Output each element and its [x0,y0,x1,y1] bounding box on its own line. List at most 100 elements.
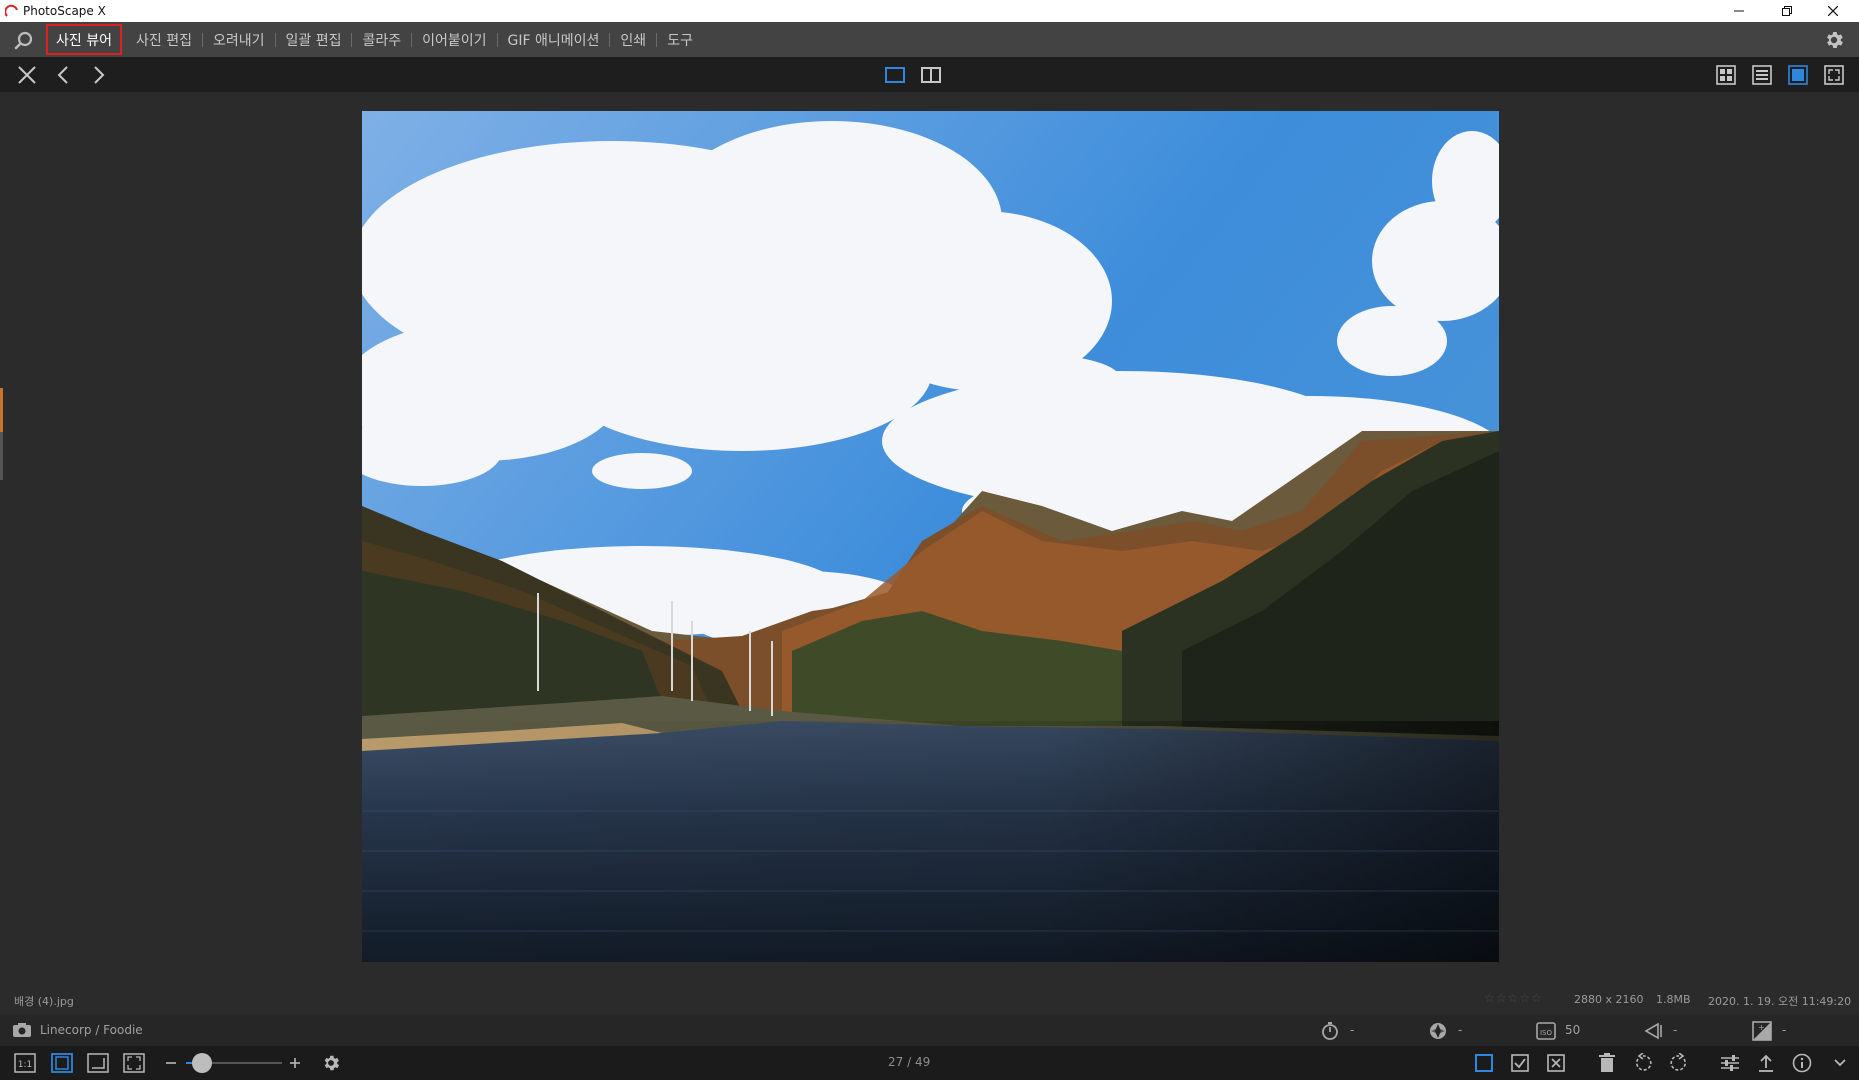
next-button[interactable] [86,62,112,88]
minimize-button[interactable] [1716,0,1762,22]
grid-icon [1716,65,1736,85]
fit-width-icon [87,1053,109,1073]
actual-size-button[interactable]: 1:1 [12,1050,38,1076]
close-window-button[interactable] [1810,0,1856,22]
svg-text:1:1: 1:1 [18,1060,32,1070]
menu-photo-viewer[interactable]: 사진 뷰어 [44,22,124,57]
restore-icon [1782,6,1792,16]
x-box-icon [1547,1054,1565,1072]
trash-icon [1599,1053,1615,1072]
list-icon [1752,65,1772,85]
close-icon [1828,6,1838,16]
square-icon [1475,1054,1493,1072]
upload-icon [1759,1054,1773,1072]
chevron-down-icon [1834,1059,1846,1067]
menu-batch[interactable]: 일괄 편집 [276,22,352,57]
zoom-out-button[interactable] [158,1050,184,1076]
exif-bar: Linecorp / Foodie - - ISO 50 - + - [0,1014,1859,1046]
rotate-left-button[interactable] [1630,1050,1656,1076]
shutter-speed-value: - [1350,1023,1355,1037]
list-layout-button[interactable] [1749,62,1775,88]
rotate-right-button[interactable] [1666,1050,1692,1076]
exposure-compensation-value: - [1782,1023,1787,1037]
more-options-button[interactable] [1827,1050,1853,1076]
image-dimensions: 2880 x 2160 [1574,993,1644,1006]
compare-view-button[interactable] [918,62,944,88]
check-button[interactable] [1507,1050,1533,1076]
gear-icon [324,1055,340,1071]
menu-combine[interactable]: 이어붙이기 [412,22,496,57]
rotate-left-icon [1635,1053,1652,1071]
rotate-right-icon [1670,1053,1687,1071]
search-icon [14,31,33,49]
app-logo-icon [5,4,18,17]
svg-text:+: + [1758,1023,1765,1032]
aperture-value: - [1458,1023,1463,1037]
left-edge-handle[interactable] [0,388,3,432]
settings-button[interactable] [1816,22,1851,57]
adjust-button[interactable] [1717,1050,1743,1076]
info-icon [1792,1053,1812,1073]
menu-tools[interactable]: 도구 [657,22,703,57]
fit-to-window-button[interactable] [49,1050,75,1076]
sliders-icon [1721,1055,1739,1071]
reject-button[interactable] [1543,1050,1569,1076]
chevron-left-icon [57,66,68,84]
minus-icon [166,1062,176,1064]
fit-width-button[interactable] [85,1050,111,1076]
fullscreen-icon [1824,65,1844,85]
info-button[interactable] [1789,1050,1815,1076]
menu-photo-editor[interactable]: 사진 편집 [126,22,202,57]
viewer-toolbar [0,57,1859,92]
search-button[interactable] [6,22,42,57]
photo-counter: 27 / 49 [888,1055,931,1069]
zoom-slider-track[interactable] [186,1053,282,1073]
file-name: 배경 (4).jpg [14,995,74,1008]
plus-icon [290,1058,300,1068]
iso-icon: ISO [1536,1022,1556,1040]
left-edge-handle-secondary[interactable] [0,432,3,480]
menu-gif[interactable]: GIF 애니메이션 [498,22,610,57]
expand-icon [123,1053,145,1073]
shutter-speed-icon [1322,1022,1338,1040]
delete-button[interactable] [1594,1050,1620,1076]
checkbox-icon [1511,1054,1529,1072]
gear-icon [1826,31,1843,48]
minimize-icon [1734,10,1744,12]
menu-collage[interactable]: 콜라주 [352,22,411,57]
file-info-bar: 배경 (4).jpg ☆☆☆☆☆ 2880 x 2160 1.8MB 2020.… [0,984,1859,1014]
close-viewer-button[interactable] [14,62,40,88]
menu-print[interactable]: 인쇄 [610,22,656,57]
previous-button[interactable] [50,62,76,88]
main-menu-bar: 사진 뷰어 사진 편집 오려내기 일괄 편집 콜라주 이어붙이기 GIF 애니메… [0,22,1859,57]
single-view-button[interactable] [882,62,908,88]
fullscreen-button[interactable] [1821,62,1847,88]
fill-screen-button[interactable] [121,1050,147,1076]
focal-length-icon [1644,1022,1662,1040]
camera-icon [13,1023,31,1037]
single-view-icon [885,67,905,83]
close-icon [18,66,36,84]
file-size: 1.8MB [1656,993,1691,1006]
focal-length-value: - [1673,1023,1678,1037]
single-layout-button[interactable] [1785,62,1811,88]
title-bar: PhotoScape X [0,0,1859,22]
select-mode-button[interactable] [1471,1050,1497,1076]
zoom-slider-handle[interactable] [192,1053,212,1073]
view-settings-button[interactable] [318,1050,344,1076]
camera-model: Linecorp / Foodie [40,1023,143,1037]
share-button[interactable] [1753,1050,1779,1076]
restore-button[interactable] [1764,0,1810,22]
landscape-photo-image [362,111,1499,962]
rating-stars[interactable]: ☆☆☆☆☆ [1484,991,1543,1005]
aperture-icon [1430,1023,1446,1039]
grid-layout-button[interactable] [1713,62,1739,88]
actual-size-icon: 1:1 [14,1053,36,1073]
zoom-in-button[interactable] [282,1050,308,1076]
displayed-photo[interactable] [362,111,1499,962]
file-datetime: 2020. 1. 19. 오전 11:49:20 [1708,995,1852,1008]
iso-value: 50 [1565,1023,1581,1037]
chevron-right-icon [94,66,105,84]
fit-window-icon [51,1053,73,1073]
menu-cut-out[interactable]: 오려내기 [203,22,275,57]
